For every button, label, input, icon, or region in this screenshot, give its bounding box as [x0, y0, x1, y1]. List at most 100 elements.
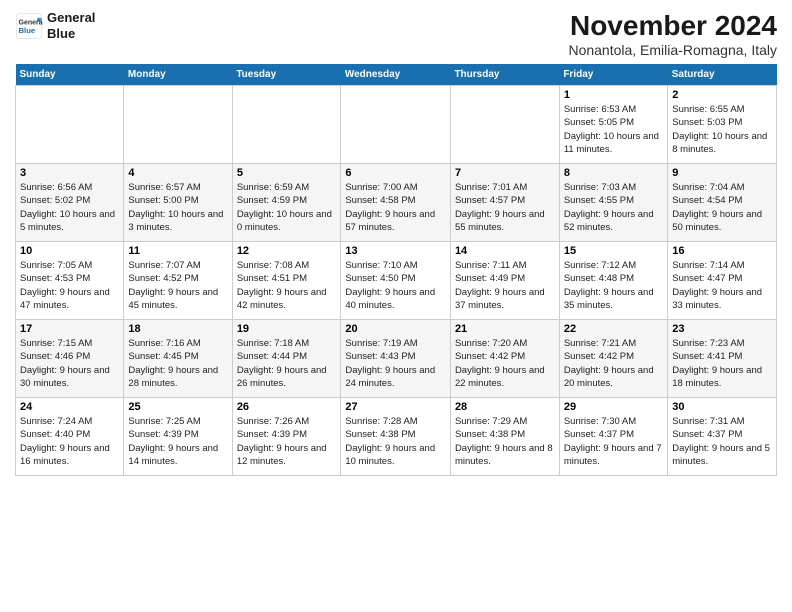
day-info: Sunrise: 7:20 AMSunset: 4:42 PMDaylight:…: [455, 337, 555, 390]
weekday-header: Friday: [559, 64, 667, 86]
day-info: Sunrise: 7:30 AMSunset: 4:37 PMDaylight:…: [564, 415, 663, 468]
day-info: Sunrise: 7:26 AMSunset: 4:39 PMDaylight:…: [237, 415, 337, 468]
day-number: 22: [564, 323, 663, 335]
calendar-day-cell: [450, 86, 559, 164]
day-number: 16: [672, 245, 772, 257]
calendar-day-cell: 29 Sunrise: 7:30 AMSunset: 4:37 PMDayligh…: [559, 398, 667, 476]
calendar-day-cell: 5Sunrise: 6:59 AMSunset: 4:59 PMDaylight…: [232, 164, 341, 242]
subtitle: Nonantola, Emilia-Romagna, Italy: [568, 42, 777, 58]
day-info: Sunrise: 7:28 AMSunset: 4:38 PMDaylight:…: [345, 415, 446, 468]
day-number: 6: [345, 167, 446, 179]
calendar-week-row: 1 Sunrise: 6:53 AMSunset: 5:05 PMDaylight…: [16, 86, 777, 164]
calendar-day-cell: 18 Sunrise: 7:16 AMSunset: 4:45 PMDayligh…: [124, 320, 232, 398]
calendar-table: SundayMondayTuesdayWednesdayThursdayFrid…: [15, 64, 777, 476]
day-info: Sunrise: 7:15 AMSunset: 4:46 PMDaylight:…: [20, 337, 119, 390]
day-number: 18: [128, 323, 227, 335]
calendar-day-cell: 3 Sunrise: 6:56 AMSunset: 5:02 PMDaylight…: [16, 164, 124, 242]
calendar-day-cell: 30 Sunrise: 7:31 AMSunset: 4:37 PMDayligh…: [668, 398, 777, 476]
day-info: Sunrise: 7:21 AMSunset: 4:42 PMDaylight:…: [564, 337, 663, 390]
calendar-week-row: 3 Sunrise: 6:56 AMSunset: 5:02 PMDaylight…: [16, 164, 777, 242]
day-number: 27: [345, 401, 446, 413]
day-number: 24: [20, 401, 119, 413]
day-info: Sunrise: 6:53 AMSunset: 5:05 PMDaylight:…: [564, 103, 663, 156]
day-number: 5: [237, 167, 337, 179]
calendar-day-cell: [16, 86, 124, 164]
day-number: 10: [20, 245, 119, 257]
weekday-header: Tuesday: [232, 64, 341, 86]
calendar-week-row: 10Sunrise: 7:05 AMSunset: 4:53 PMDayligh…: [16, 242, 777, 320]
day-info: Sunrise: 7:18 AMSunset: 4:44 PMDaylight:…: [237, 337, 337, 390]
day-number: 19: [237, 323, 337, 335]
day-number: 9: [672, 167, 772, 179]
day-number: 26: [237, 401, 337, 413]
day-info: Sunrise: 7:16 AMSunset: 4:45 PMDaylight:…: [128, 337, 227, 390]
main-title: November 2024: [568, 10, 777, 42]
day-number: 20: [345, 323, 446, 335]
day-info: Sunrise: 7:00 AMSunset: 4:58 PMDaylight:…: [345, 181, 446, 234]
day-number: 25: [128, 401, 227, 413]
calendar-day-cell: 4 Sunrise: 6:57 AMSunset: 5:00 PMDaylight…: [124, 164, 232, 242]
logo-icon: General Blue: [15, 12, 43, 40]
day-number: 28: [455, 401, 555, 413]
day-info: Sunrise: 7:04 AMSunset: 4:54 PMDaylight:…: [672, 181, 772, 234]
calendar-day-cell: 7Sunrise: 7:01 AMSunset: 4:57 PMDaylight…: [450, 164, 559, 242]
day-number: 13: [345, 245, 446, 257]
day-info: Sunrise: 6:56 AMSunset: 5:02 PMDaylight:…: [20, 181, 119, 234]
calendar-day-cell: 9 Sunrise: 7:04 AMSunset: 4:54 PMDaylight…: [668, 164, 777, 242]
day-number: 8: [564, 167, 663, 179]
calendar-day-cell: 26 Sunrise: 7:26 AMSunset: 4:39 PMDayligh…: [232, 398, 341, 476]
day-number: 3: [20, 167, 119, 179]
weekday-header: Sunday: [16, 64, 124, 86]
calendar-day-cell: 15 Sunrise: 7:12 AMSunset: 4:48 PMDayligh…: [559, 242, 667, 320]
calendar-week-row: 17 Sunrise: 7:15 AMSunset: 4:46 PMDayligh…: [16, 320, 777, 398]
calendar-day-cell: [232, 86, 341, 164]
weekday-header: Thursday: [450, 64, 559, 86]
day-info: Sunrise: 7:24 AMSunset: 4:40 PMDaylight:…: [20, 415, 119, 468]
calendar-day-cell: 8 Sunrise: 7:03 AMSunset: 4:55 PMDaylight…: [559, 164, 667, 242]
calendar-day-cell: 1 Sunrise: 6:53 AMSunset: 5:05 PMDaylight…: [559, 86, 667, 164]
calendar-day-cell: 2Sunrise: 6:55 AMSunset: 5:03 PMDaylight…: [668, 86, 777, 164]
day-number: 23: [672, 323, 772, 335]
day-number: 7: [455, 167, 555, 179]
day-number: 30: [672, 401, 772, 413]
day-info: Sunrise: 7:31 AMSunset: 4:37 PMDaylight:…: [672, 415, 772, 468]
calendar-day-cell: 20 Sunrise: 7:19 AMSunset: 4:43 PMDayligh…: [341, 320, 451, 398]
title-area: November 2024 Nonantola, Emilia-Romagna,…: [568, 10, 777, 58]
calendar-day-cell: 25 Sunrise: 7:25 AMSunset: 4:39 PMDayligh…: [124, 398, 232, 476]
header-row: SundayMondayTuesdayWednesdayThursdayFrid…: [16, 64, 777, 86]
day-info: Sunrise: 7:11 AMSunset: 4:49 PMDaylight:…: [455, 259, 555, 312]
day-number: 17: [20, 323, 119, 335]
day-info: Sunrise: 7:23 AMSunset: 4:41 PMDaylight:…: [672, 337, 772, 390]
page: General Blue General Blue November 2024 …: [0, 0, 792, 612]
day-number: 15: [564, 245, 663, 257]
svg-text:Blue: Blue: [19, 26, 36, 35]
day-info: Sunrise: 7:25 AMSunset: 4:39 PMDaylight:…: [128, 415, 227, 468]
day-info: Sunrise: 7:08 AMSunset: 4:51 PMDaylight:…: [237, 259, 337, 312]
day-info: Sunrise: 7:07 AMSunset: 4:52 PMDaylight:…: [128, 259, 227, 312]
calendar-day-cell: 21Sunrise: 7:20 AMSunset: 4:42 PMDayligh…: [450, 320, 559, 398]
day-info: Sunrise: 7:29 AMSunset: 4:38 PMDaylight:…: [455, 415, 555, 468]
day-number: 14: [455, 245, 555, 257]
calendar-day-cell: 6 Sunrise: 7:00 AMSunset: 4:58 PMDaylight…: [341, 164, 451, 242]
weekday-header: Wednesday: [341, 64, 451, 86]
day-info: Sunrise: 7:12 AMSunset: 4:48 PMDaylight:…: [564, 259, 663, 312]
day-info: Sunrise: 7:19 AMSunset: 4:43 PMDaylight:…: [345, 337, 446, 390]
calendar-day-cell: 22 Sunrise: 7:21 AMSunset: 4:42 PMDayligh…: [559, 320, 667, 398]
day-number: 1: [564, 89, 663, 101]
weekday-header: Saturday: [668, 64, 777, 86]
calendar-day-cell: 28 Sunrise: 7:29 AMSunset: 4:38 PMDayligh…: [450, 398, 559, 476]
day-info: Sunrise: 6:55 AMSunset: 5:03 PMDaylight:…: [672, 103, 772, 156]
day-info: Sunrise: 7:03 AMSunset: 4:55 PMDaylight:…: [564, 181, 663, 234]
calendar-day-cell: 13Sunrise: 7:10 AMSunset: 4:50 PMDayligh…: [341, 242, 451, 320]
day-number: 29: [564, 401, 663, 413]
day-info: Sunrise: 7:14 AMSunset: 4:47 PMDaylight:…: [672, 259, 772, 312]
logo: General Blue General Blue: [15, 10, 95, 41]
day-info: Sunrise: 6:57 AMSunset: 5:00 PMDaylight:…: [128, 181, 227, 234]
calendar-day-cell: 11 Sunrise: 7:07 AMSunset: 4:52 PMDayligh…: [124, 242, 232, 320]
day-number: 4: [128, 167, 227, 179]
logo-text-general: General: [47, 10, 95, 26]
calendar-day-cell: 12 Sunrise: 7:08 AMSunset: 4:51 PMDayligh…: [232, 242, 341, 320]
calendar-day-cell: 27 Sunrise: 7:28 AMSunset: 4:38 PMDayligh…: [341, 398, 451, 476]
day-number: 11: [128, 245, 227, 257]
day-number: 12: [237, 245, 337, 257]
